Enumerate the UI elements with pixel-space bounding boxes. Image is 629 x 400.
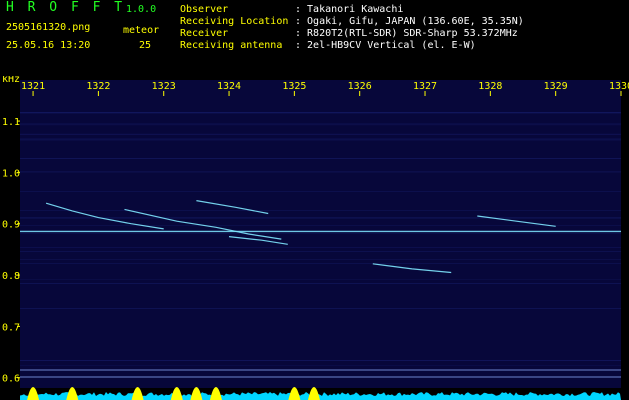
x-tick-label: 1329 (544, 81, 568, 92)
x-tick-label: 1324 (217, 81, 241, 92)
power-strip (20, 392, 621, 400)
file-name: 2505161320.png (6, 22, 91, 33)
power-peak (190, 387, 203, 400)
y-tick-label: 0.9 (2, 220, 20, 231)
y-tick-label: 0.6 (2, 374, 20, 385)
info-antenna-value: : 2el-HB9CV Vertical (el. E-W) (295, 40, 476, 51)
info-location-label: Receiving Location (180, 16, 289, 27)
power-peak (170, 387, 183, 400)
date-time: 25.05.16 13:20 (6, 40, 91, 51)
spectrogram-chart: kHz 1.1 1.0 0.9 0.8 0.7 0.6 1321 1322 1323 1324 132… (2, 76, 629, 400)
info-observer-label: Observer (180, 4, 229, 15)
y-axis-label: kHz (2, 76, 20, 85)
y-tick-label: 1.1 (2, 117, 20, 128)
x-tick-label: 1323 (152, 81, 176, 92)
power-peak (66, 387, 79, 400)
info-receiver-value: : R820T2(RTL-SDR) SDR-Sharp 53.372MHz (295, 28, 518, 39)
x-tick-label: 1327 (413, 81, 437, 92)
info-antenna-label: Receiving antenna (180, 40, 283, 51)
info-observer-value: : Takanori Kawachi (295, 4, 404, 15)
x-tick-label: 1325 (282, 81, 306, 92)
info-location-value: : Ogaki, Gifu, JAPAN (136.60E, 35.35N) (295, 16, 524, 27)
meteor-count: 25 (139, 40, 152, 51)
meteor-label: meteor (123, 25, 160, 36)
x-tick-label: 1322 (86, 81, 110, 92)
power-peak (131, 387, 144, 400)
power-peak (288, 387, 301, 400)
x-tick-label: 1321 (21, 81, 45, 92)
spectrogram-background (20, 80, 621, 388)
x-tick-label: 1330 (609, 81, 629, 92)
app-version: 1.0.0 (126, 4, 157, 15)
power-peak (27, 387, 40, 400)
x-tick-label: 1328 (478, 81, 502, 92)
info-receiver-label: Receiver (180, 28, 229, 39)
x-tick-label: 1326 (348, 81, 372, 92)
y-tick-label: 0.7 (2, 322, 20, 333)
hrofft-window: H R O F F T 1.0.0 2505161320.png 25.05.1… (0, 0, 629, 400)
power-peak (307, 387, 320, 400)
y-tick-label: 0.8 (2, 271, 20, 282)
power-peak (209, 387, 222, 400)
app-name: H R O F F T (6, 0, 126, 15)
y-tick-label: 1.0 (2, 168, 20, 179)
